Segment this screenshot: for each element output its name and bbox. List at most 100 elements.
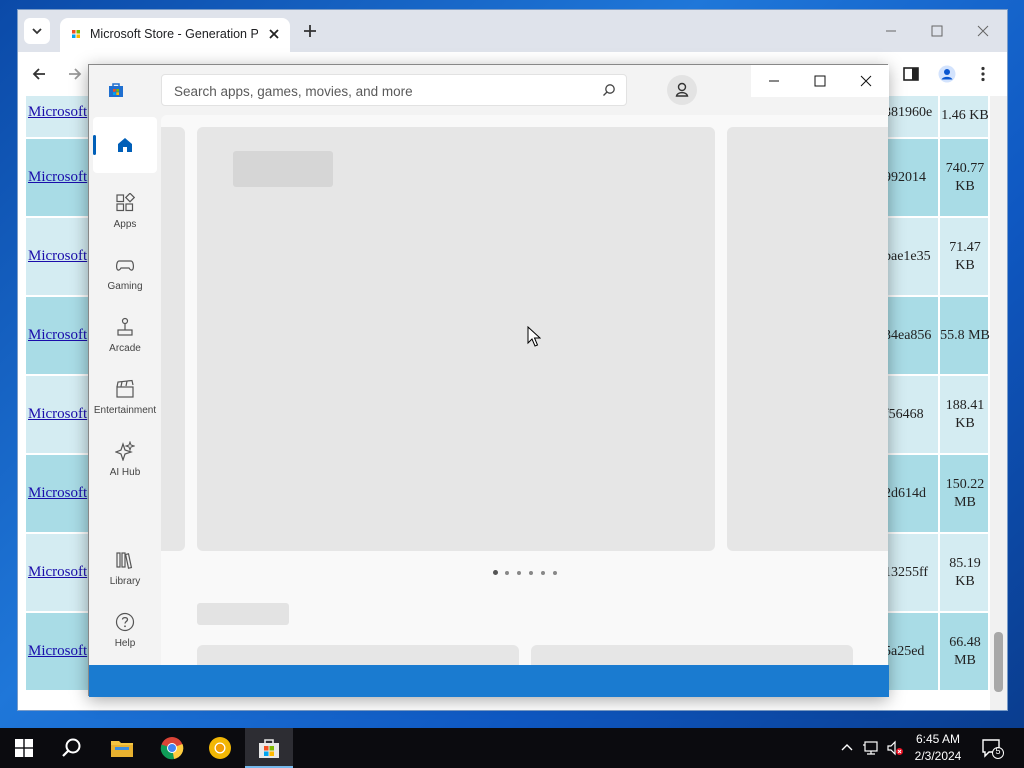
store-main-content: [161, 115, 888, 665]
file-size: 85.19 KB: [938, 534, 990, 611]
hero-card-next[interactable]: [727, 127, 888, 551]
taskbar-chrome[interactable]: [148, 728, 196, 768]
scroll-thumb[interactable]: [994, 632, 1003, 692]
store-maximize-button[interactable]: [797, 65, 843, 97]
maximize-icon[interactable]: [930, 24, 944, 38]
file-hash: f56468: [884, 407, 924, 422]
carousel-dot[interactable]: [541, 571, 545, 575]
nav-ai-hub[interactable]: AI Hub: [93, 433, 157, 489]
taskbar-microsoft-store[interactable]: [245, 728, 293, 768]
file-hash: 381960e: [884, 105, 933, 120]
minimize-icon[interactable]: [884, 24, 898, 38]
more-menu-icon[interactable]: [974, 65, 992, 83]
file-link[interactable]: Microsoft: [28, 643, 87, 660]
nav-ai-hub-label: AI Hub: [109, 467, 141, 478]
store-close-button[interactable]: [843, 65, 889, 97]
content-card-placeholder[interactable]: [531, 645, 853, 665]
search-icon: [62, 738, 81, 757]
file-link[interactable]: Microsoft: [28, 327, 87, 344]
apps-icon: [116, 193, 135, 212]
file-size: 55.8 MB: [938, 297, 990, 374]
file-link[interactable]: Microsoft: [28, 169, 87, 186]
library-icon: [116, 552, 133, 569]
close-window-icon[interactable]: [976, 24, 990, 38]
carousel-dot[interactable]: [517, 571, 521, 575]
search-box[interactable]: [161, 74, 627, 106]
clapperboard-icon: [116, 379, 134, 398]
file-size: 66.48 MB: [938, 613, 990, 690]
search-input[interactable]: [172, 79, 596, 103]
nav-entertainment[interactable]: Entertainment: [93, 371, 157, 427]
network-icon[interactable]: [862, 739, 880, 757]
start-button[interactable]: [0, 728, 48, 768]
store-logo-icon: [109, 83, 123, 97]
help-icon: [115, 612, 135, 632]
file-hash: 13255ff: [884, 565, 929, 580]
file-link[interactable]: Microsoft: [28, 406, 87, 423]
file-size: 188.41 KB: [938, 376, 990, 453]
taskbar-chrome-canary[interactable]: [196, 728, 244, 768]
hero-card-loading[interactable]: [197, 127, 715, 551]
chevron-down-icon: [32, 28, 42, 35]
store-footer-bar: [89, 665, 889, 697]
search-icon[interactable]: [602, 83, 616, 97]
carousel-dot[interactable]: [553, 571, 557, 575]
nav-gaming-label: Gaming: [107, 281, 143, 292]
folder-icon: [111, 741, 133, 757]
file-size: 1.46 KB: [938, 96, 990, 137]
file-link[interactable]: Microsoft: [28, 248, 87, 265]
chrome-icon: [160, 737, 184, 760]
file-size: 740.77 KB: [938, 139, 990, 216]
notification-count-badge: 5: [995, 746, 1001, 756]
nav-gaming[interactable]: Gaming: [93, 247, 157, 303]
file-link[interactable]: Microsoft: [28, 564, 87, 581]
carousel-dot[interactable]: [529, 571, 533, 575]
taskbar-search-button[interactable]: [48, 728, 96, 768]
page-scrollbar[interactable]: [990, 96, 1007, 710]
store-header: [89, 65, 889, 115]
side-panel-icon[interactable]: [902, 65, 920, 83]
file-hash: 34ea856: [884, 328, 932, 343]
browser-tab[interactable]: Microsoft Store - Generation Pr: [60, 18, 290, 52]
person-icon: [675, 82, 689, 97]
store-window: Apps Gaming Arcade Entertainment AI Hub …: [88, 64, 889, 697]
file-size: 71.47 KB: [938, 218, 990, 295]
chrome-tabbar: Microsoft Store - Generation Pr: [18, 10, 1007, 52]
chevron-up-icon[interactable]: [838, 739, 856, 757]
profile-icon[interactable]: [938, 65, 956, 83]
store-sidebar: Apps Gaming Arcade Entertainment AI Hub …: [89, 115, 161, 665]
sparkle-icon: [115, 441, 135, 461]
notification-center-button[interactable]: 5: [980, 736, 1004, 760]
nav-help-label: Help: [114, 638, 136, 649]
nav-arcade[interactable]: Arcade: [93, 309, 157, 365]
store-favicon-icon: [72, 30, 80, 38]
active-indicator: [93, 135, 96, 155]
taskbar-file-explorer[interactable]: [98, 728, 146, 768]
store-window-controls: [751, 65, 889, 97]
file-link[interactable]: Microsoft: [28, 104, 87, 121]
tab-search-button[interactable]: [24, 18, 50, 44]
file-link[interactable]: Microsoft: [28, 485, 87, 502]
nav-entertainment-label: Entertainment: [93, 405, 157, 416]
nav-apps[interactable]: Apps: [93, 185, 157, 241]
close-tab-icon[interactable]: [266, 26, 282, 42]
nav-apps-label: Apps: [113, 219, 137, 230]
nav-home[interactable]: [93, 117, 157, 173]
file-hash: 2d614d: [884, 486, 926, 501]
account-button[interactable]: [667, 75, 697, 105]
volume-muted-icon[interactable]: [886, 739, 904, 757]
carousel-dot[interactable]: [505, 571, 509, 575]
hero-card-previous[interactable]: [161, 127, 185, 551]
back-arrow-icon[interactable]: [30, 65, 48, 83]
system-clock[interactable]: 6:45 AM 2/3/2024: [906, 731, 970, 765]
gamepad-icon: [116, 260, 134, 271]
nav-library[interactable]: Library: [93, 542, 157, 598]
forward-arrow-icon[interactable]: [66, 65, 84, 83]
store-minimize-button[interactable]: [751, 65, 797, 97]
tab-title: Microsoft Store - Generation Pr: [90, 27, 258, 41]
nav-help[interactable]: Help: [93, 604, 157, 660]
content-card-placeholder[interactable]: [197, 645, 519, 665]
carousel-dot[interactable]: [493, 570, 498, 575]
minimize-icon: [769, 80, 779, 82]
new-tab-icon[interactable]: [302, 23, 318, 39]
